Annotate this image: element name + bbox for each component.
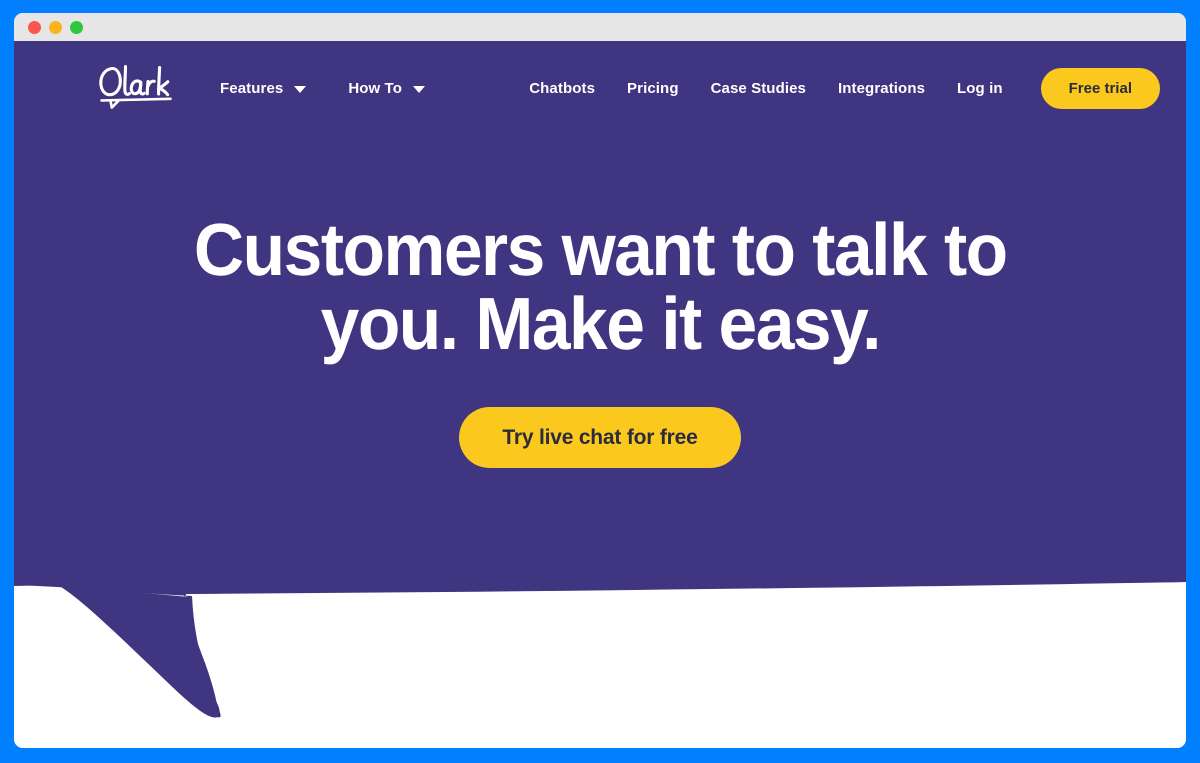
nav-item-how-to-label: How To bbox=[348, 79, 402, 97]
nav-item-how-to[interactable]: How To bbox=[348, 81, 425, 96]
olark-logo[interactable] bbox=[96, 62, 176, 110]
browser-frame: Features How To Chatbots Pricing Case St… bbox=[0, 0, 1200, 763]
primary-nav-left: Features How To bbox=[220, 81, 425, 96]
nav-item-log-in-label: Log in bbox=[957, 79, 1003, 97]
hero-headline-line-2: you. Make it easy. bbox=[320, 282, 881, 365]
nav-item-chatbots-label: Chatbots bbox=[529, 79, 596, 97]
chevron-down-icon bbox=[412, 85, 425, 93]
free-trial-button[interactable]: Free trial bbox=[1040, 67, 1160, 109]
nav-item-integrations-label: Integrations bbox=[837, 79, 926, 97]
nav-item-features[interactable]: Features bbox=[220, 79, 307, 97]
nav-item-pricing[interactable]: Pricing bbox=[627, 81, 679, 96]
browser-window: Features How To Chatbots Pricing Case St… bbox=[14, 13, 1186, 748]
try-live-chat-button[interactable]: Try live chat for free bbox=[459, 407, 741, 468]
hero-headline-line-1: Customers want to talk to bbox=[193, 208, 1008, 291]
nav-item-chatbots[interactable]: Chatbots bbox=[529, 81, 595, 96]
nav-item-features-label: Features bbox=[220, 79, 284, 97]
nav-item-integrations[interactable]: Integrations bbox=[838, 81, 925, 96]
maximize-window-button[interactable] bbox=[70, 20, 83, 34]
nav-item-log-in[interactable]: Log in bbox=[957, 81, 1003, 96]
close-window-button[interactable] bbox=[28, 20, 41, 34]
minimize-window-button[interactable] bbox=[49, 20, 62, 34]
page-viewport: Features How To Chatbots Pricing Case St… bbox=[14, 41, 1186, 748]
hero-section: Customers want to talk to you. Make it e… bbox=[14, 41, 1186, 748]
olark-wordmark-icon bbox=[99, 64, 172, 109]
site-navigation-bar: Features How To Chatbots Pricing Case St… bbox=[14, 41, 1186, 135]
nav-item-case-studies-label: Case Studies bbox=[710, 79, 806, 97]
window-title-bar bbox=[14, 13, 1186, 41]
nav-item-pricing-label: Pricing bbox=[627, 79, 679, 97]
primary-nav-right: Chatbots Pricing Case Studies Integratio… bbox=[529, 67, 1160, 109]
hero-headline: Customers want to talk to you. Make it e… bbox=[194, 213, 1008, 361]
nav-item-case-studies[interactable]: Case Studies bbox=[711, 81, 806, 96]
chevron-down-icon bbox=[294, 85, 307, 93]
